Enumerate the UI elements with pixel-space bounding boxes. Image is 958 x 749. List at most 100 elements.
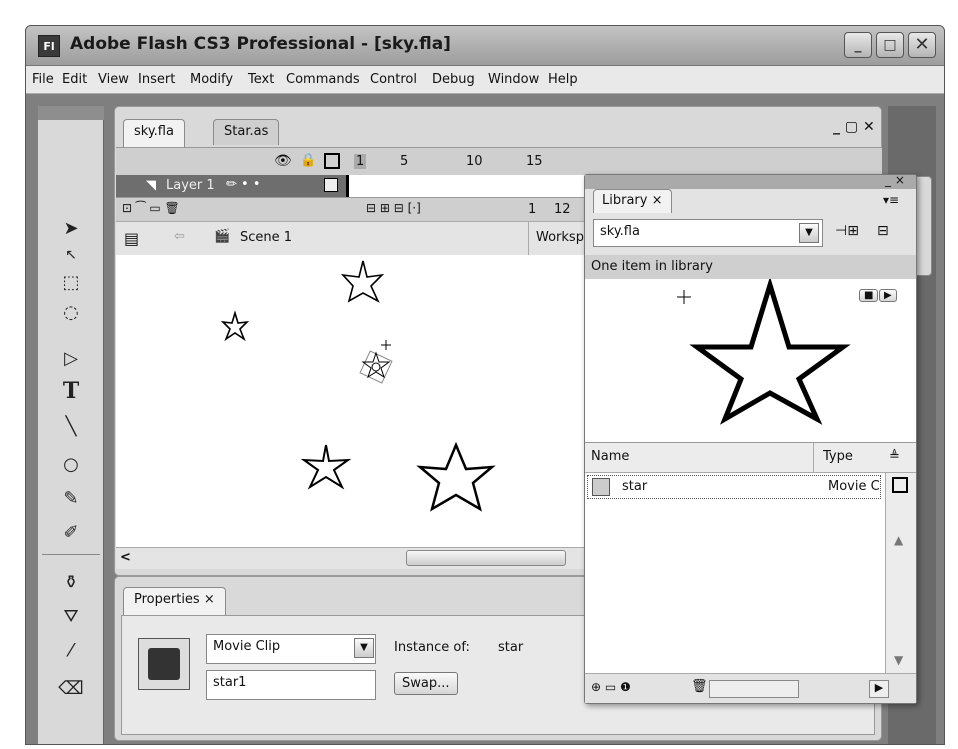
- instance-of-value: star: [498, 640, 524, 655]
- scene-name[interactable]: Scene 1: [240, 230, 292, 245]
- star-instance-4: [416, 441, 496, 512]
- tab-sky-fla[interactable]: sky.fla: [123, 119, 185, 147]
- ink-bottle-tool-icon[interactable]: ⚱: [38, 568, 104, 598]
- library-tab-label: Library: [602, 193, 648, 208]
- preview-play-button[interactable]: ▶: [879, 289, 897, 302]
- selected-star-instance: [359, 340, 393, 384]
- frame-number-10: 10: [466, 154, 483, 169]
- column-type[interactable]: Type: [823, 449, 853, 464]
- star-instance-3: [300, 444, 352, 490]
- library-list: star Movie C: [585, 473, 885, 673]
- timeline-toggle-icon[interactable]: ▤: [124, 229, 139, 248]
- timeline-header: 👁 🔒 1 5 10 15: [116, 147, 882, 175]
- tab-star-as[interactable]: Star.as: [213, 119, 280, 145]
- menu-text[interactable]: Text: [248, 72, 274, 87]
- menu-modify[interactable]: Modify: [190, 72, 233, 87]
- tab-library[interactable]: Library ×: [593, 189, 672, 213]
- new-folder-icon[interactable]: [892, 477, 908, 493]
- scene-icon: 🎬: [214, 229, 231, 244]
- scroll-down-icon[interactable]: ▼: [894, 653, 903, 667]
- lock-icon[interactable]: 🔒: [300, 153, 316, 168]
- oval-tool-icon[interactable]: ○: [38, 450, 104, 480]
- pen-tool-icon[interactable]: ▷: [38, 344, 104, 374]
- library-column-headers: Name Type ≜: [585, 443, 916, 473]
- layer-name[interactable]: Layer 1: [166, 178, 215, 193]
- sort-icon[interactable]: ≜: [889, 449, 900, 464]
- frame-number-5: 5: [400, 154, 409, 169]
- library-document-select[interactable]: sky.fla: [593, 219, 823, 247]
- instance-name-input[interactable]: star1: [206, 670, 376, 700]
- back-arrow-icon[interactable]: ⇦: [174, 229, 185, 244]
- eyedropper-tool-icon[interactable]: ⁄: [38, 636, 104, 666]
- frame-number-15: 15: [526, 154, 543, 169]
- layer-buttons[interactable]: ⊡ ⁀ ▭ 🗑: [122, 201, 180, 215]
- menu-control[interactable]: Control: [370, 72, 417, 87]
- minimize-button[interactable]: _: [844, 32, 872, 58]
- menu-edit[interactable]: Edit: [62, 72, 87, 87]
- menu-commands[interactable]: Commands: [286, 72, 360, 87]
- panel-window-controls[interactable]: _ ▢ ✕: [833, 119, 875, 135]
- frame-number-1: 1: [354, 154, 367, 169]
- paint-bucket-tool-icon[interactable]: ⛛: [38, 602, 104, 632]
- lasso-tool-icon[interactable]: ◌: [38, 298, 104, 328]
- symbol-type-select[interactable]: Movie Clip: [206, 634, 376, 664]
- flash-app-icon: Fl: [38, 35, 60, 57]
- library-title-strip[interactable]: _ ×: [585, 173, 916, 189]
- brush-tool-icon[interactable]: ✐: [38, 518, 104, 548]
- menu-file[interactable]: File: [32, 72, 54, 87]
- tab-properties[interactable]: Properties ×: [123, 587, 226, 615]
- column-name[interactable]: Name: [591, 449, 629, 464]
- library-footer: ⊕ ▭ ❶ 🗑 ▶: [585, 673, 916, 703]
- star-instance-2: [220, 310, 250, 342]
- star-preview: [677, 276, 851, 425]
- item-name: star: [622, 479, 648, 494]
- close-icon[interactable]: ×: [204, 592, 215, 607]
- pencil-icon: ✏ • •: [226, 177, 261, 192]
- symbol-type-dropdown-icon[interactable]: ▼: [354, 638, 374, 658]
- menu-help[interactable]: Help: [548, 72, 578, 87]
- close-icon[interactable]: ×: [652, 193, 663, 208]
- free-transform-tool-icon[interactable]: ⬚: [38, 268, 104, 298]
- title-bar: Fl Adobe Flash CS3 Professional - [sky.f…: [26, 26, 944, 66]
- properties-tab-label: Properties: [134, 592, 200, 607]
- new-library-panel-icon[interactable]: ⊟: [877, 223, 889, 239]
- eraser-tool-icon[interactable]: ⌫: [38, 674, 104, 704]
- movie-clip-icon: [592, 478, 610, 496]
- outline-icon[interactable]: [324, 153, 340, 169]
- scroll-right-icon[interactable]: ▶: [869, 680, 889, 698]
- menu-view[interactable]: View: [98, 72, 129, 87]
- maximize-button[interactable]: □: [876, 32, 904, 58]
- scroll-left-icon[interactable]: <: [120, 550, 131, 565]
- close-button[interactable]: ✕: [908, 32, 936, 58]
- scroll-up-icon[interactable]: ▲: [894, 533, 903, 547]
- menu-window[interactable]: Window: [488, 72, 539, 87]
- text-tool-icon[interactable]: T: [38, 376, 104, 406]
- onion-skin-buttons[interactable]: ⊟ ⊞ ⊟ [·]: [366, 201, 421, 215]
- panel-menu-icon[interactable]: ▾≡: [883, 193, 899, 207]
- pin-icon[interactable]: ⊣⊞: [835, 223, 859, 239]
- document-dropdown-icon[interactable]: ▼: [799, 223, 819, 243]
- delete-icon[interactable]: 🗑: [691, 679, 708, 694]
- subselection-tool-icon[interactable]: ↖: [38, 240, 104, 270]
- library-close-icon[interactable]: _ ×: [885, 173, 905, 187]
- scroll-thumb[interactable]: [406, 550, 566, 566]
- list-item[interactable]: star Movie C: [587, 475, 881, 499]
- library-h-scrollbar[interactable]: [709, 680, 799, 698]
- menu-debug[interactable]: Debug: [432, 72, 475, 87]
- app-window: Fl Adobe Flash CS3 Professional - [sky.f…: [25, 25, 945, 745]
- menu-insert[interactable]: Insert: [138, 72, 175, 87]
- line-tool-icon[interactable]: ╲: [38, 412, 104, 442]
- item-type: Movie C: [828, 479, 880, 494]
- layer-icon: ◥: [146, 178, 156, 193]
- workspace-label[interactable]: Worksp: [536, 230, 584, 245]
- new-symbol-icon[interactable]: ⊕ ▭ ❶: [591, 680, 631, 694]
- preview-stop-button[interactable]: ■: [859, 289, 879, 302]
- library-vertical-scrollbar[interactable]: ▲ ▼: [885, 473, 916, 673]
- swap-button[interactable]: Swap...: [394, 672, 458, 695]
- eye-icon[interactable]: 👁: [274, 153, 292, 169]
- frame-rate: 12: [554, 202, 571, 217]
- pencil-tool-icon[interactable]: ✎: [38, 484, 104, 514]
- layer-outline-icon[interactable]: [324, 178, 338, 192]
- movie-clip-icon: [138, 638, 190, 690]
- tools-panel-header[interactable]: [38, 106, 104, 120]
